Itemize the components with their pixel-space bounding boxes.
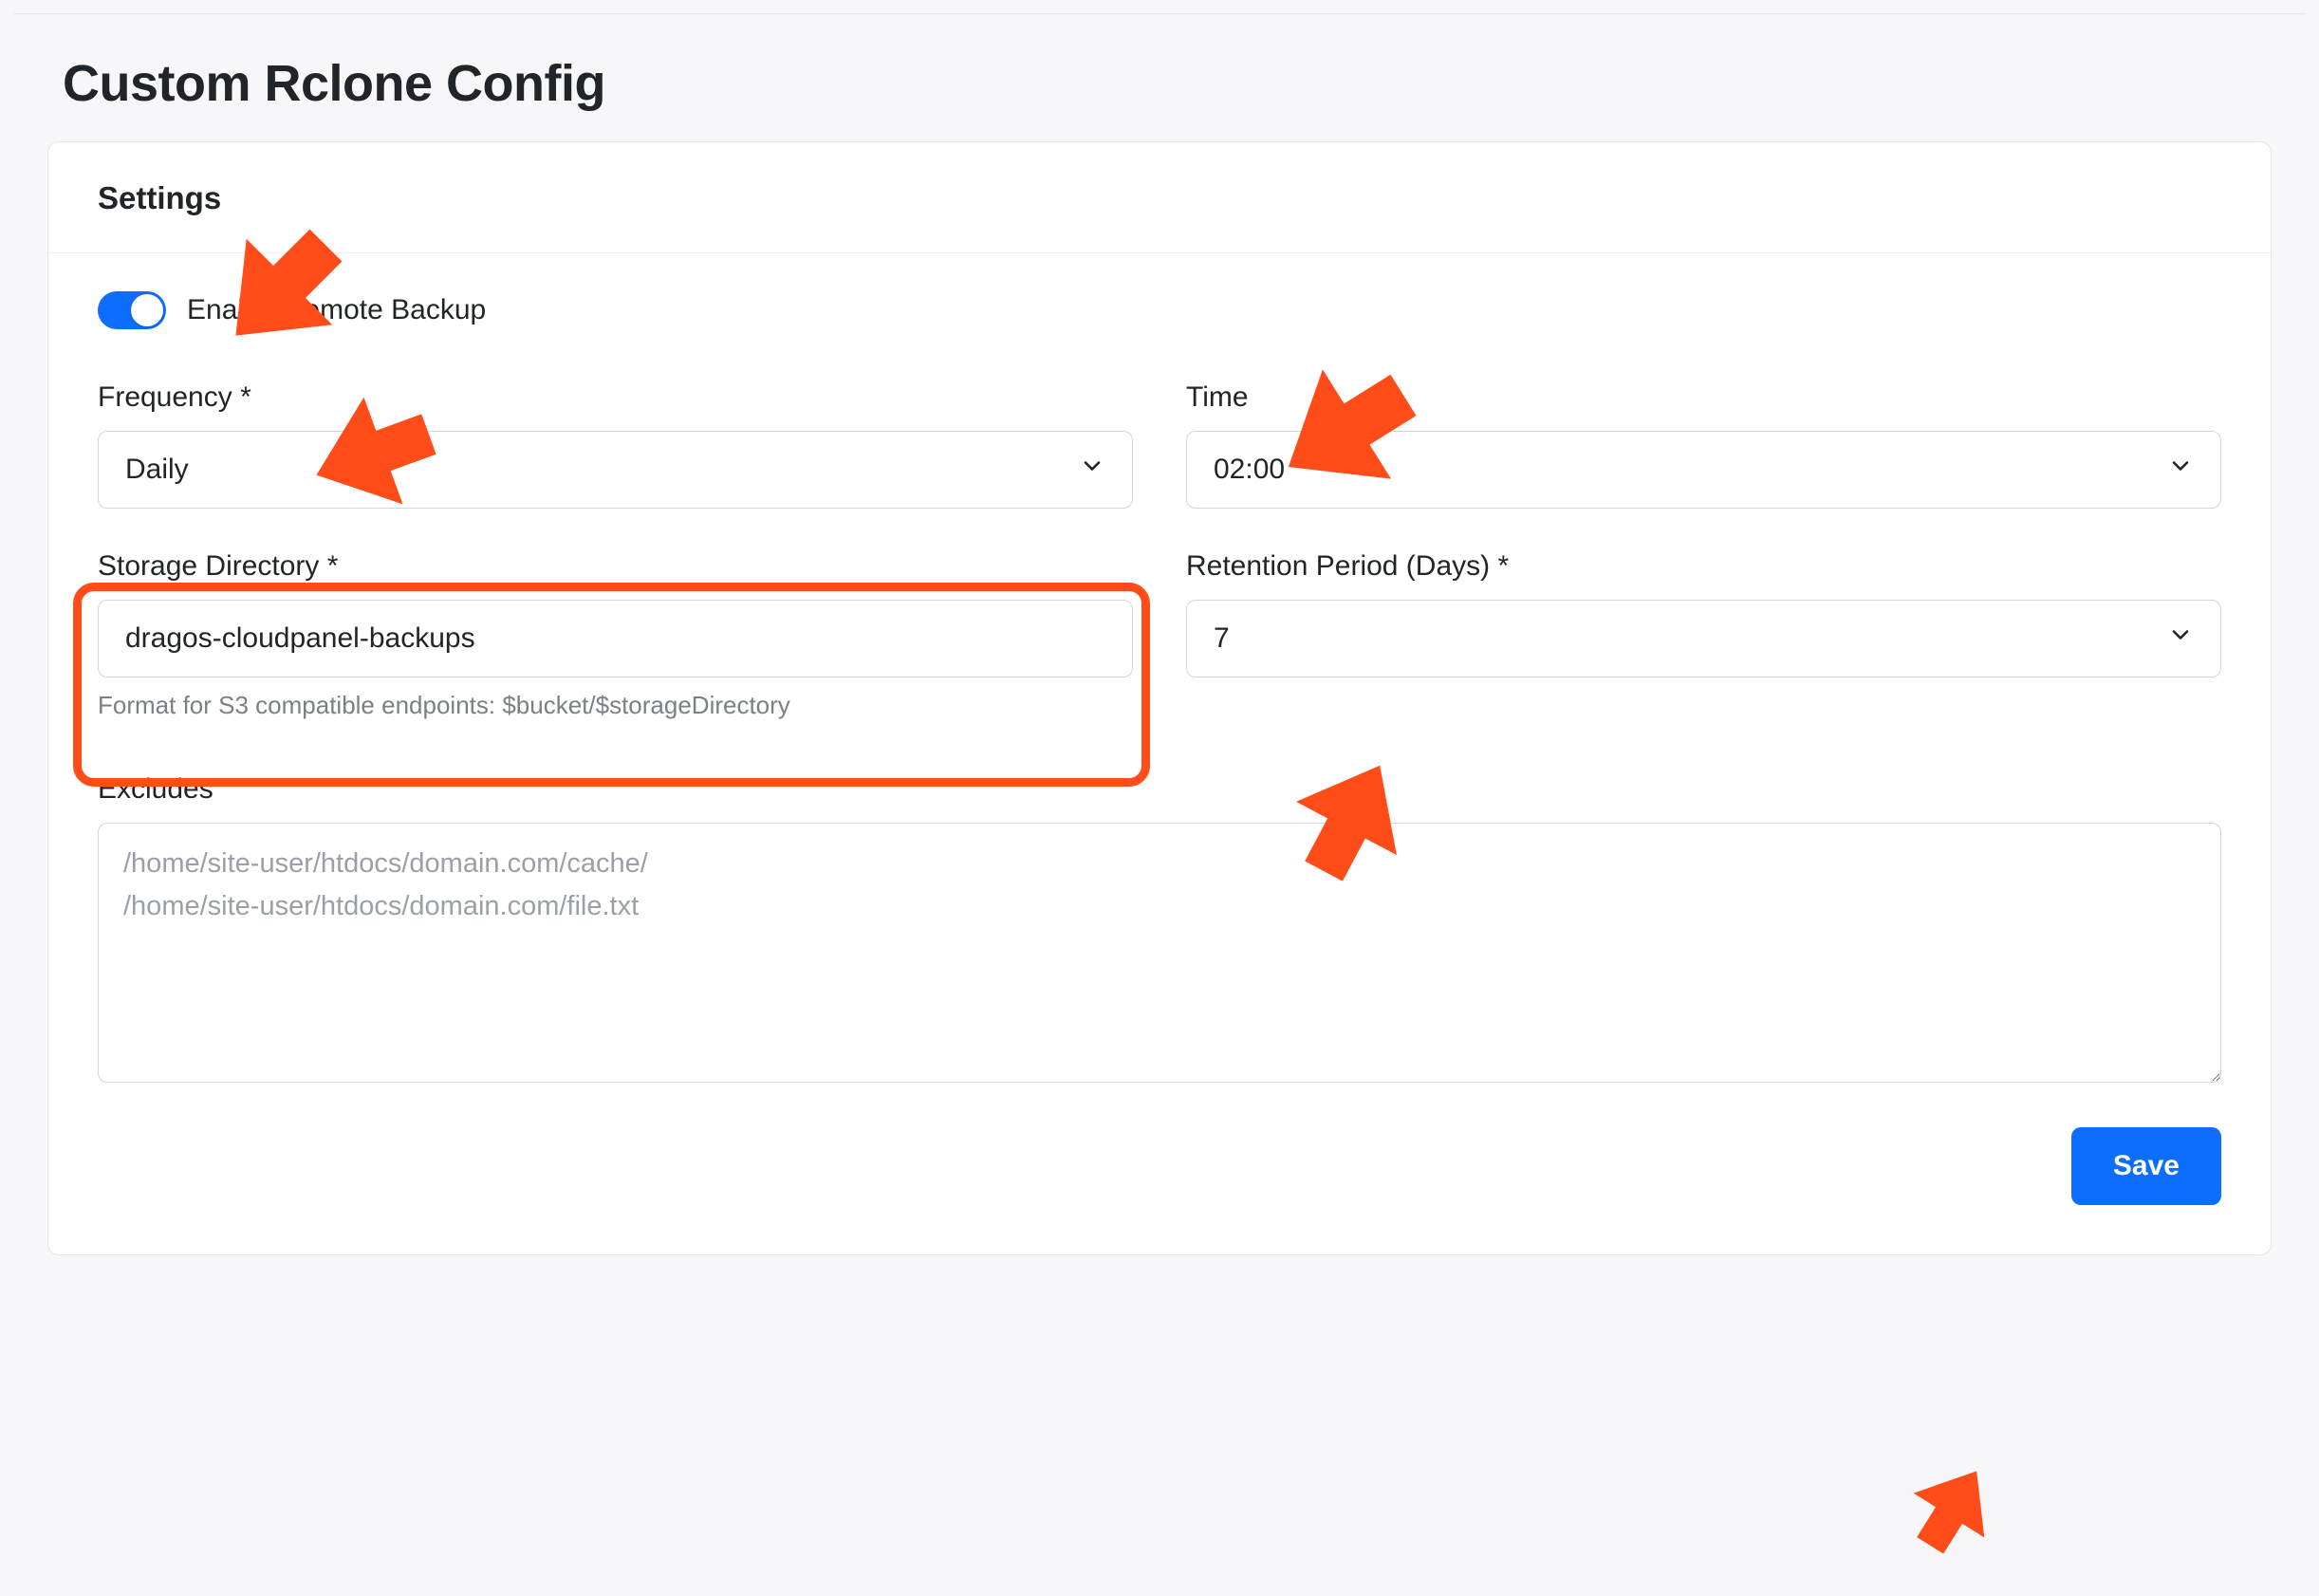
retention-label: Retention Period (Days) *	[1186, 550, 2221, 583]
storage-directory-hint: Format for S3 compatible endpoints: $buc…	[98, 691, 1133, 720]
storage-directory-field: Storage Directory * Format for S3 compat…	[98, 550, 1133, 720]
storage-directory-input[interactable]	[125, 622, 1105, 655]
page-title: Custom Rclone Config	[63, 54, 2256, 113]
enable-remote-backup-label: Enable Remote Backup	[187, 294, 486, 326]
retention-field: Retention Period (Days) * 7	[1186, 550, 2221, 720]
time-value: 02:00	[1214, 454, 1285, 486]
frequency-select[interactable]: Daily	[98, 431, 1133, 509]
chevron-down-icon	[2167, 622, 2194, 656]
excludes-field: Excludes	[98, 773, 2221, 1087]
retention-value: 7	[1214, 622, 1230, 655]
card-header: Settings	[48, 142, 2271, 253]
excludes-textarea[interactable]	[98, 823, 2221, 1083]
excludes-label: Excludes	[98, 773, 2221, 806]
time-label: Time	[1186, 381, 2221, 414]
enable-remote-backup-toggle[interactable]	[98, 291, 166, 329]
frequency-field: Frequency * Daily	[98, 381, 1133, 509]
chevron-down-icon	[1079, 453, 1105, 487]
storage-directory-input-wrap	[98, 600, 1133, 677]
chevron-down-icon	[2167, 453, 2194, 487]
frequency-label: Frequency *	[98, 381, 1133, 414]
time-select[interactable]: 02:00	[1186, 431, 2221, 509]
frequency-value: Daily	[125, 454, 189, 486]
settings-card: Settings Enable Remote Backup	[47, 141, 2272, 1255]
storage-directory-label: Storage Directory *	[98, 550, 1133, 583]
annotation-arrow-icon	[1897, 1463, 2001, 1568]
save-button[interactable]: Save	[2071, 1127, 2221, 1205]
time-field: Time 02:00	[1186, 381, 2221, 509]
retention-select[interactable]: 7	[1186, 600, 2221, 677]
toggle-knob	[131, 294, 163, 326]
